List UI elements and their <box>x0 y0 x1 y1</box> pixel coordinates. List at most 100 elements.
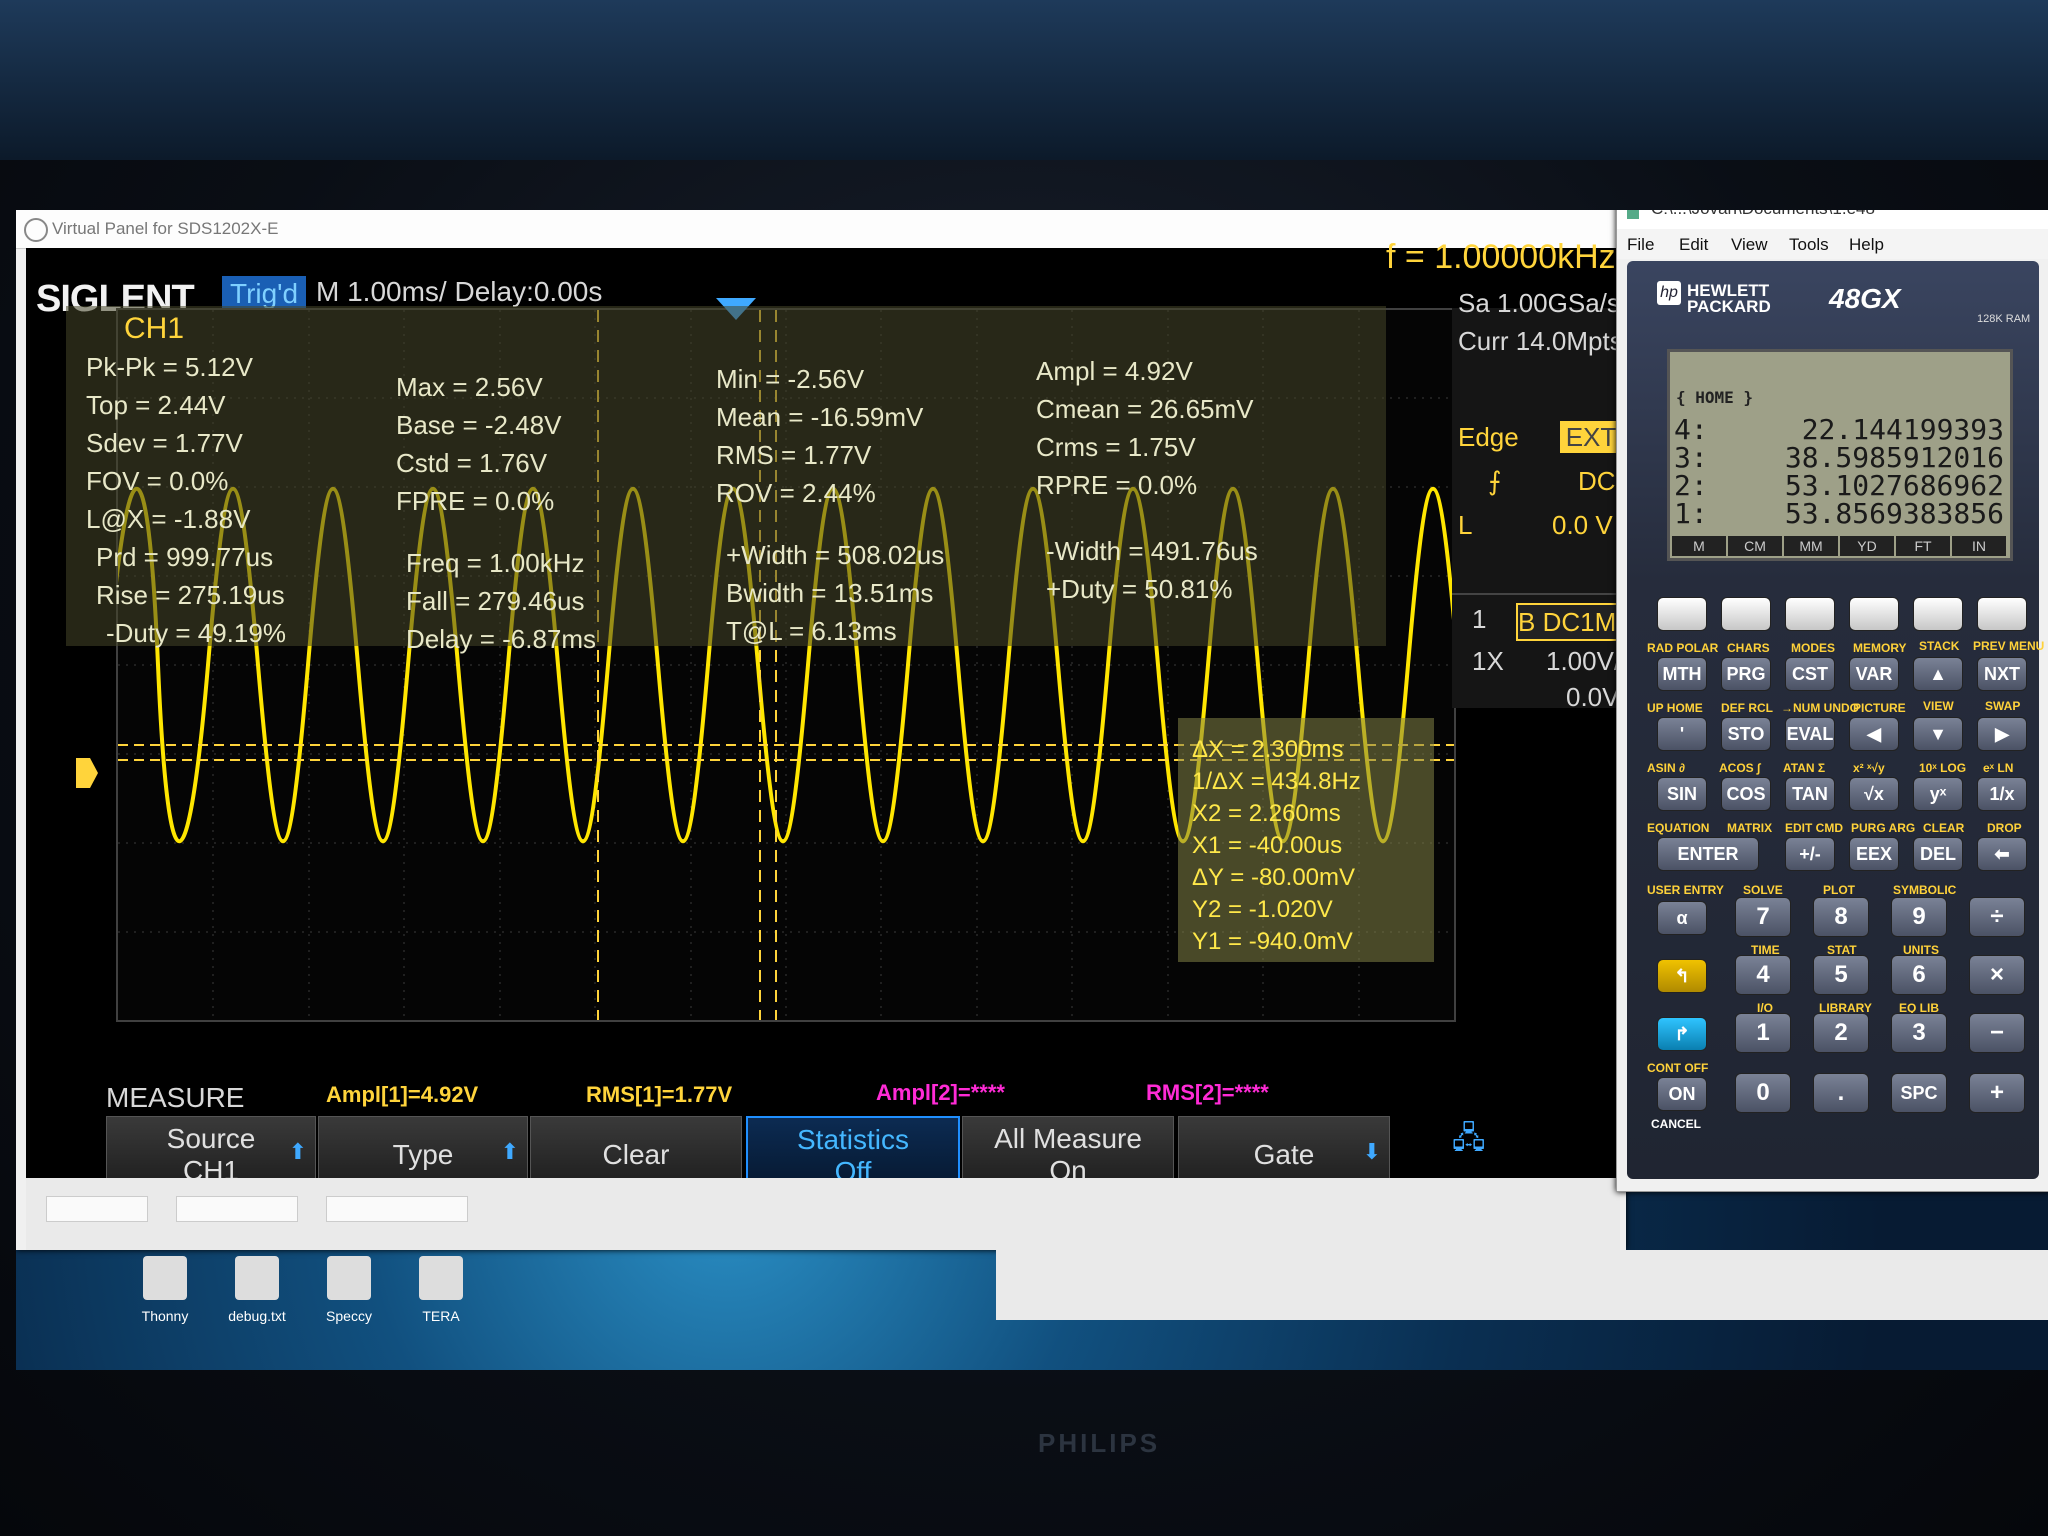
down-arrow-key[interactable]: ▼ <box>1913 717 1963 751</box>
trigger-source-ext[interactable]: EXT <box>1560 421 1622 453</box>
key-8[interactable]: 8 <box>1813 897 1869 937</box>
lcd-softmenu: M CM MM YD FT IN <box>1670 536 2010 556</box>
menu-help[interactable]: Help <box>1849 235 1884 255</box>
key-multiply[interactable]: × <box>1969 955 2025 995</box>
minimize-button[interactable]: – <box>1917 210 1928 218</box>
trigger-coupling: DC <box>1578 466 1616 496</box>
meas-top: Top = 2.44V <box>86 390 226 420</box>
meas-lax: L@X = -1.88V <box>86 504 251 534</box>
key-divide[interactable]: ÷ <box>1969 897 2025 937</box>
memory-depth: Curr 14.0Mpts <box>1458 326 1623 356</box>
meas-min: Min = -2.56V <box>716 364 865 394</box>
meas-fpre: FPRE = 0.0% <box>396 486 555 516</box>
softkey-d[interactable] <box>1849 597 1899 631</box>
right-arrow-key[interactable]: ▶ <box>1977 717 2027 751</box>
key-sqrt[interactable]: √x <box>1849 777 1899 811</box>
lcd-menu-cm: CM <box>1728 536 1782 556</box>
key-nxt[interactable]: NXT <box>1977 657 2027 691</box>
key-eex[interactable]: EEX <box>1849 837 1899 871</box>
key-dot[interactable]: . <box>1813 1073 1869 1113</box>
desktop-icon-debug[interactable]: debug.txt <box>212 1256 302 1324</box>
meas-pduty: +Duty = 50.81% <box>1046 574 1233 604</box>
key-sin[interactable]: SIN <box>1657 777 1707 811</box>
desktop-icon-thonny[interactable]: Thonny <box>120 1256 210 1324</box>
menu-view[interactable]: View <box>1731 235 1768 255</box>
key-eval[interactable]: EVAL <box>1785 717 1835 751</box>
softkey-b[interactable] <box>1721 597 1771 631</box>
key-cos[interactable]: COS <box>1721 777 1771 811</box>
stat-ampl1: Ampl[1]=4.92V <box>326 1082 479 1107</box>
key-tick[interactable]: ' <box>1657 717 1707 751</box>
key-cst[interactable]: CST <box>1785 657 1835 691</box>
label-asin: ASIN ∂ <box>1647 761 1685 775</box>
desktop-icon-speccy[interactable]: Speccy <box>304 1256 394 1324</box>
channel-coupling-badge[interactable]: B DC1M <box>1516 603 1624 641</box>
key-3[interactable]: 3 <box>1891 1013 1947 1053</box>
meas-cstd: Cstd = 1.76V <box>396 448 548 478</box>
menu-tools[interactable]: Tools <box>1789 235 1829 255</box>
key-sto[interactable]: STO <box>1721 717 1771 751</box>
label-drop: DROP <box>1987 821 2022 835</box>
key-prg[interactable]: PRG <box>1721 657 1771 691</box>
left-shift-key[interactable]: ↰ <box>1657 959 1707 993</box>
softkey-f[interactable] <box>1977 597 2027 631</box>
meas-sdev: Sdev = 1.77V <box>86 428 243 458</box>
meas-nduty: -Duty = 49.19% <box>106 618 286 648</box>
key-on[interactable]: ON <box>1657 1077 1707 1111</box>
menu-edit[interactable]: Edit <box>1679 235 1708 255</box>
label-view: VIEW <box>1923 699 1954 713</box>
label-x2: x² ˣ√y <box>1853 761 1885 775</box>
key-9[interactable]: 9 <box>1891 897 1947 937</box>
key-6[interactable]: 6 <box>1891 955 1947 995</box>
softkey-e[interactable] <box>1913 597 1963 631</box>
label-chars: CHARS <box>1727 641 1770 655</box>
meas-crms: Crms = 1.75V <box>1036 432 1196 462</box>
backspace-key[interactable]: ⬅ <box>1977 837 2027 871</box>
stat-ampl2: Ampl[2]=**** <box>876 1080 1005 1105</box>
key-alpha[interactable]: α <box>1657 901 1707 935</box>
speccy-icon <box>327 1256 371 1300</box>
softkey-a[interactable] <box>1657 597 1707 631</box>
key-2[interactable]: 2 <box>1813 1013 1869 1053</box>
key-neg[interactable]: +/- <box>1785 837 1835 871</box>
key-enter[interactable]: ENTER <box>1657 837 1759 871</box>
right-shift-key[interactable]: ↱ <box>1657 1017 1707 1051</box>
meas-rpre: RPRE = 0.0% <box>1036 470 1198 500</box>
key-spc[interactable]: SPC <box>1891 1073 1947 1113</box>
meas-rise: Rise = 275.19us <box>96 580 285 610</box>
key-yx[interactable]: yˣ <box>1913 777 1963 811</box>
thonny-icon <box>143 1256 187 1300</box>
key-minus[interactable]: − <box>1969 1013 2025 1053</box>
softkey-c[interactable] <box>1785 597 1835 631</box>
key-tan[interactable]: TAN <box>1785 777 1835 811</box>
directory-path: { HOME } <box>1676 388 1754 407</box>
menu-file[interactable]: File <box>1627 235 1654 255</box>
key-0[interactable]: 0 <box>1735 1073 1791 1113</box>
hp48-title-bar[interactable]: C:\...\Jovan\Documents\1.e48 – <box>1617 210 2048 229</box>
key-var[interactable]: VAR <box>1849 657 1899 691</box>
key-inv[interactable]: 1/x <box>1977 777 2027 811</box>
key-plus[interactable]: + <box>1969 1073 2025 1113</box>
lcd-menu-yd: YD <box>1840 536 1894 556</box>
monitor-brand: PHILIPS <box>1038 1428 1161 1458</box>
desktop-icon-tera[interactable]: TERA <box>396 1256 486 1324</box>
key-7[interactable]: 7 <box>1735 897 1791 937</box>
key-del[interactable]: DEL <box>1913 837 1963 871</box>
key-4[interactable]: 4 <box>1735 955 1791 995</box>
key-mth[interactable]: MTH <box>1657 657 1707 691</box>
key-5[interactable]: 5 <box>1813 955 1869 995</box>
meas-nwidth: -Width = 491.76us <box>1046 536 1258 566</box>
background-wall <box>0 0 2048 160</box>
cursor-readout-box: ΔX = 2.300ms 1/ΔX = 434.8Hz X2 = 2.260ms… <box>1178 718 1434 962</box>
key-1[interactable]: 1 <box>1735 1013 1791 1053</box>
scope-window: Virtual Panel for SDS1202X-E SIGLENT Tri… <box>16 210 1626 1250</box>
arrow-up-icon: ⬆ <box>500 1139 519 1164</box>
arrow-up-icon: ⬆ <box>288 1139 307 1164</box>
up-arrow-key[interactable]: ▲ <box>1913 657 1963 691</box>
network-icon[interactable]: 🖧 <box>1452 1116 1502 1186</box>
cursor-y2: Y2 = -1.020V <box>1192 896 1333 923</box>
scope-title-bar[interactable]: Virtual Panel for SDS1202X-E <box>16 210 1626 249</box>
ch1-marker-icon[interactable] <box>76 758 98 788</box>
rising-edge-icon: ⨍ <box>1488 466 1502 496</box>
left-arrow-key[interactable]: ◀ <box>1849 717 1899 751</box>
